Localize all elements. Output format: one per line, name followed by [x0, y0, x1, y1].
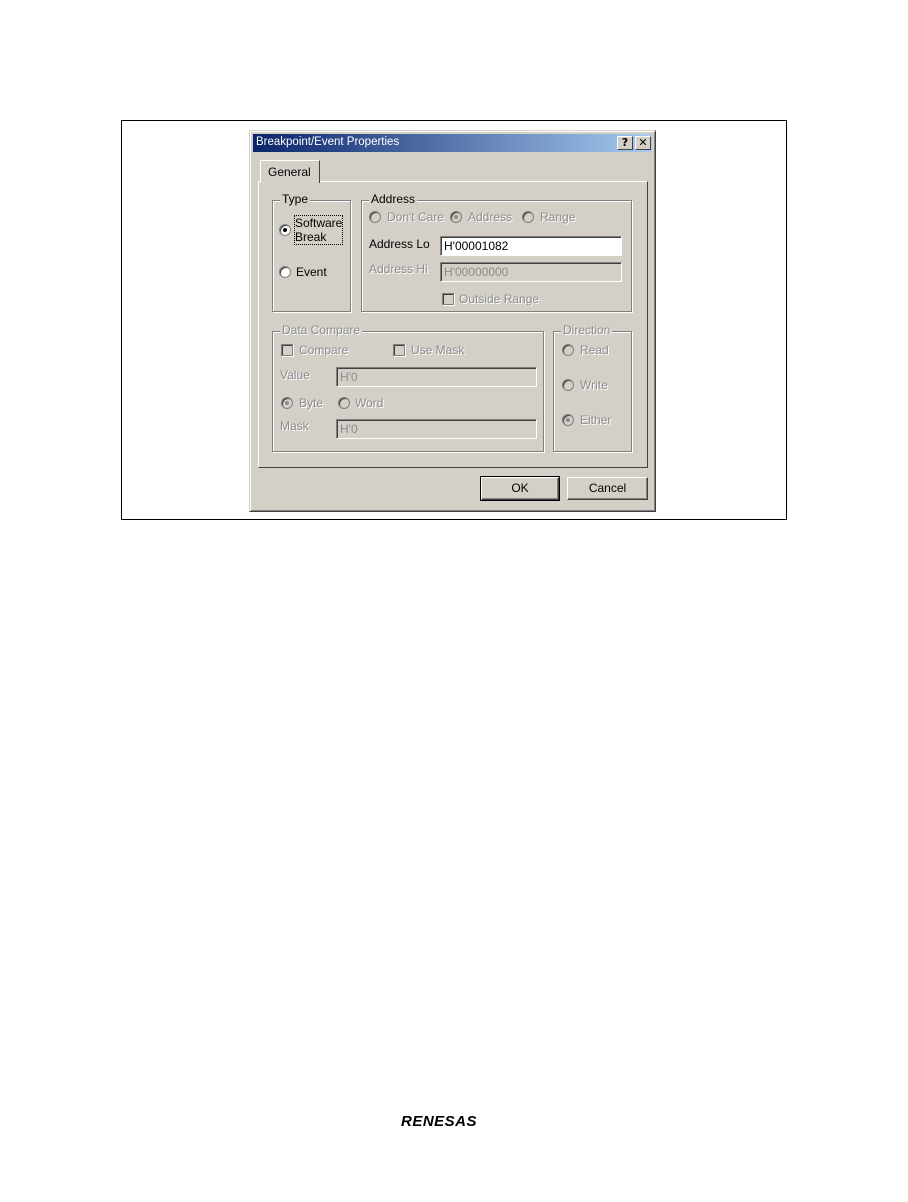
compare-label: Compare [299, 343, 349, 357]
either-radio[interactable] [562, 414, 574, 426]
mask-label: Mask [280, 419, 309, 433]
renesas-logo-text: RENESAS [401, 1113, 478, 1130]
use-mask-label: Use Mask [411, 343, 465, 357]
byte-label: Byte [299, 396, 324, 410]
use-mask-checkbox[interactable] [393, 344, 405, 356]
data-compare-group-label: Data Compare [280, 323, 363, 337]
range-label: Range [540, 210, 576, 224]
value-input[interactable]: H'0 [336, 367, 537, 387]
outside-range-checkbox[interactable] [442, 293, 454, 305]
close-button[interactable]: ✕ [635, 136, 651, 150]
ok-button[interactable]: OK [480, 476, 560, 501]
read-label: Read [580, 343, 609, 357]
dont-care-radio[interactable] [369, 211, 381, 223]
word-label: Word [355, 396, 384, 410]
compare-checkbox[interactable] [281, 344, 293, 356]
dialog-title: Breakpoint/Event Properties [256, 136, 400, 148]
outside-range-label: Outside Range [459, 292, 540, 306]
close-icon: ✕ [638, 136, 648, 149]
address-hi-input[interactable]: H'00000000 [440, 262, 622, 282]
byte-radio[interactable] [281, 397, 293, 409]
software-break-radio[interactable] [279, 224, 291, 236]
address-group-label: Address [369, 192, 418, 206]
tab-general-label: General [268, 165, 311, 179]
address-lo-label: Address Lo [369, 237, 430, 251]
address-option-label: Address [468, 210, 513, 224]
address-radio[interactable] [450, 211, 462, 223]
range-radio[interactable] [522, 211, 534, 223]
either-label: Either [580, 413, 612, 427]
type-group-label: Type [280, 192, 311, 206]
tab-general[interactable]: General [260, 160, 320, 183]
software-break-label[interactable]: Software Break [293, 215, 344, 245]
dont-care-label: Don't Care [387, 210, 444, 224]
read-radio[interactable] [562, 344, 574, 356]
software-break-label-line2: Break [295, 230, 327, 244]
write-label: Write [580, 378, 608, 392]
cancel-button[interactable]: Cancel [567, 477, 648, 500]
word-radio[interactable] [338, 397, 350, 409]
value-label: Value [280, 368, 310, 382]
address-lo-input[interactable]: H'00001082 [440, 236, 622, 256]
radio-dot-icon [454, 215, 458, 219]
radio-dot-icon [285, 401, 289, 405]
software-break-label-line1: Software [295, 216, 343, 230]
radio-dot-icon [283, 228, 287, 232]
title-bar[interactable]: Breakpoint/Event Properties ? ✕ [253, 134, 652, 152]
address-hi-label: Address Hi [369, 262, 428, 276]
direction-group-label: Direction [561, 323, 613, 337]
renesas-logo: RENESAS [401, 1113, 477, 1130]
write-radio[interactable] [562, 379, 574, 391]
help-button[interactable]: ? [617, 136, 633, 150]
mask-input[interactable]: H'0 [336, 419, 537, 439]
event-label[interactable]: Event [296, 265, 327, 279]
radio-dot-icon [566, 418, 570, 422]
event-radio[interactable] [279, 266, 291, 278]
